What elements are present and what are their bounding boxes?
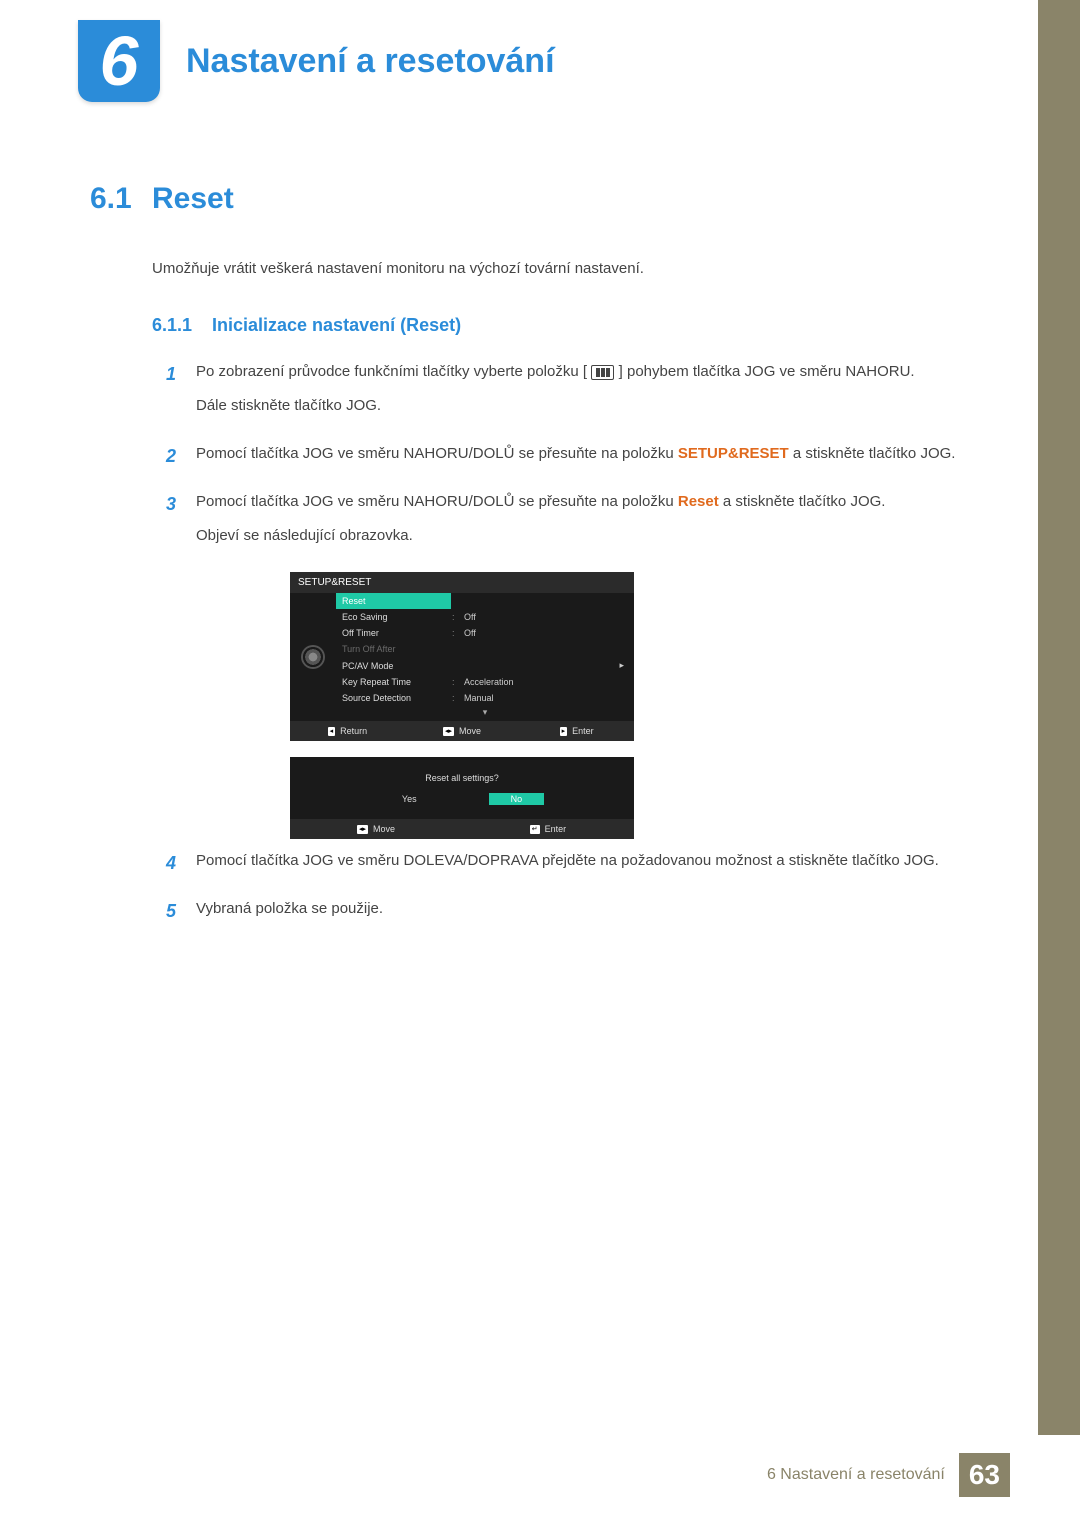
osd-row-turnoff: Turn Off After (336, 641, 634, 657)
step-5: 5 Vybraná položka se použije. (166, 897, 960, 931)
osd-label: Off Timer (342, 628, 452, 638)
return-icon: ◂ (328, 727, 336, 736)
osd-row-reset: Reset (336, 593, 451, 609)
step-body: Pomocí tlačítka JOG ve směru DOLEVA/DOPR… (196, 849, 960, 883)
osd-row-eco: Eco Saving : Off (336, 609, 634, 625)
step-number: 1 (166, 360, 196, 428)
step-body: Vybraná položka se použije. (196, 897, 960, 931)
osd-title: SETUP&RESET (290, 572, 634, 593)
page-content: 6.1 Reset Umožňuje vrátit veškerá nastav… (0, 102, 1080, 931)
osd-screenshot: SETUP&RESET Reset Eco Saving : Off Off T (290, 572, 960, 839)
osd-value: Off (464, 628, 628, 638)
osd-label: Eco Saving (342, 612, 452, 622)
enter-icon: ▸ (560, 727, 568, 736)
osd-menu: SETUP&RESET Reset Eco Saving : Off Off T (290, 572, 634, 741)
step-text: Dále stiskněte tlačítko JOG. (196, 394, 960, 418)
chapter-title: Nastavení a resetování (186, 42, 555, 81)
subsection-number: 6.1.1 (152, 315, 212, 336)
osd-row-offtimer: Off Timer : Off (336, 625, 634, 641)
step-body: Po zobrazení průvodce funkčními tlačítky… (196, 360, 960, 428)
section-number: 6.1 (90, 182, 152, 216)
osd-confirm-dialog: Reset all settings? Yes No ◂▸Move ↵Enter (290, 757, 634, 839)
page-footer: 6 Nastavení a resetování 63 (767, 1453, 1010, 1497)
emphasis-setup-reset: SETUP&RESET (678, 445, 789, 462)
step-text: Po zobrazení průvodce funkčními tlačítky… (196, 363, 587, 380)
step-1: 1 Po zobrazení průvodce funkčními tlačít… (166, 360, 960, 428)
step-2: 2 Pomocí tlačítka JOG ve směru NAHORU/DO… (166, 442, 960, 476)
step-text: Vybraná položka se použije. (196, 897, 960, 921)
step-body: Pomocí tlačítka JOG ve směru NAHORU/DOLŮ… (196, 442, 960, 476)
scroll-down-icon: ▾ (336, 706, 634, 721)
enter-icon: ↵ (530, 825, 540, 834)
osd-value: Off (464, 612, 628, 622)
chapter-number-badge: 6 (78, 20, 160, 102)
gear-icon (303, 647, 323, 667)
emphasis-reset: Reset (678, 493, 719, 510)
osd-label: Turn Off After (342, 644, 452, 654)
osd-row-keyrepeat: Key Repeat Time : Acceleration (336, 674, 634, 690)
step-text: a stiskněte tlačítko JOG. (789, 445, 956, 462)
chevron-right-icon: ▸ (619, 660, 628, 671)
step-text: Objeví se následující obrazovka. (196, 524, 960, 548)
osd-list: Reset Eco Saving : Off Off Timer : Off T… (336, 593, 634, 721)
page-number: 63 (959, 1453, 1010, 1497)
subsection-title: Inicializace nastavení (Reset) (212, 315, 461, 336)
osd-confirm-options: Yes No (290, 793, 634, 819)
osd-footer-enter: ▸Enter (519, 721, 634, 741)
step-number: 2 (166, 442, 196, 476)
step-text: ] pohybem tlačítka JOG ve směru NAHORU. (619, 363, 915, 380)
osd-footer-move: ◂▸Move (405, 721, 520, 741)
step-3: 3 Pomocí tlačítka JOG ve směru NAHORU/DO… (166, 490, 960, 558)
section-heading: 6.1 Reset (90, 182, 960, 216)
subsection-heading: 6.1.1 Inicializace nastavení (Reset) (152, 315, 960, 336)
step-text: Pomocí tlačítka JOG ve směru NAHORU/DOLŮ… (196, 493, 678, 510)
osd-row-pcav: PC/AV Mode ▸ (336, 657, 634, 674)
step-number: 4 (166, 849, 196, 883)
step-text: Pomocí tlačítka JOG ve směru DOLEVA/DOPR… (196, 849, 960, 873)
osd-option-yes: Yes (380, 793, 439, 805)
side-tab (1038, 0, 1080, 1435)
section-intro: Umožňuje vrátit veškerá nastavení monito… (152, 260, 960, 277)
step-number: 5 (166, 897, 196, 931)
osd-footer-return: ◂Return (290, 721, 405, 741)
menu-icon (591, 365, 614, 380)
section-title: Reset (152, 182, 234, 216)
step-number: 3 (166, 490, 196, 558)
osd-label: Source Detection (342, 693, 452, 703)
osd-row-sourcedetect: Source Detection : Manual (336, 690, 634, 706)
osd-option-no: No (489, 793, 545, 805)
move-icon: ◂▸ (443, 727, 454, 736)
osd-confirm-question: Reset all settings? (290, 757, 634, 793)
osd-label: Key Repeat Time (342, 677, 452, 687)
step-text: Pomocí tlačítka JOG ve směru NAHORU/DOLŮ… (196, 445, 678, 462)
osd-label: PC/AV Mode (342, 661, 452, 671)
chapter-header: 6 Nastavení a resetování (0, 0, 1080, 102)
step-4: 4 Pomocí tlačítka JOG ve směru DOLEVA/DO… (166, 849, 960, 883)
step-text: a stiskněte tlačítko JOG. (719, 493, 886, 510)
footer-chapter-ref: 6 Nastavení a resetování (767, 1466, 945, 1484)
osd-confirm-footer: ◂▸Move ↵Enter (290, 819, 634, 839)
osd-footer-enter: ↵Enter (462, 819, 634, 839)
step-body: Pomocí tlačítka JOG ve směru NAHORU/DOLŮ… (196, 490, 960, 558)
osd-sidebar (290, 593, 336, 721)
osd-footer: ◂Return ◂▸Move ▸Enter (290, 721, 634, 741)
osd-value: Acceleration (464, 677, 628, 687)
move-icon: ◂▸ (357, 825, 368, 834)
osd-label: Reset (342, 596, 445, 606)
osd-footer-move: ◂▸Move (290, 819, 462, 839)
osd-value: Manual (464, 693, 628, 703)
